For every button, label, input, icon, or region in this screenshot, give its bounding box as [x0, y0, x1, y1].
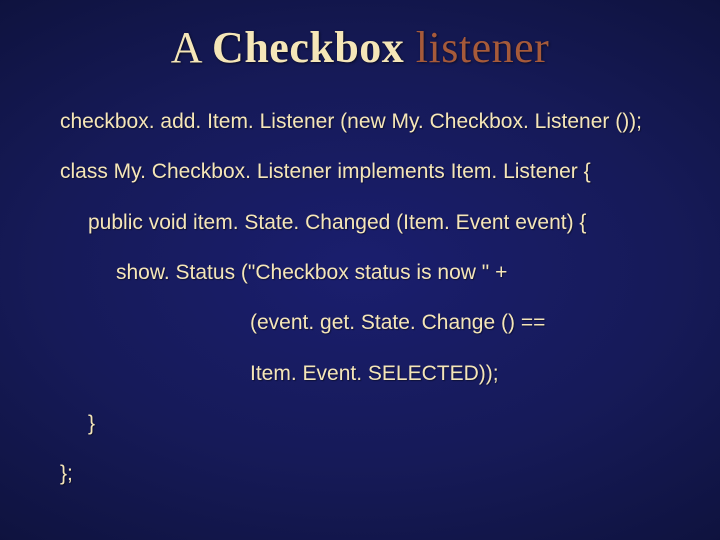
- code-line-7: }: [60, 410, 680, 438]
- slide-title: A Checkbox listener: [0, 22, 720, 73]
- slide-body: checkbox. add. Item. Listener (new My. C…: [60, 108, 680, 511]
- code-line-6: Item. Event. SELECTED));: [60, 360, 680, 388]
- code-line-3: public void item. State. Changed (Item. …: [60, 209, 680, 237]
- code-line-2: class My. Checkbox. Listener implements …: [60, 158, 680, 186]
- title-word-listener: listener: [416, 23, 550, 72]
- code-line-8: };: [60, 460, 680, 488]
- code-line-5: (event. get. State. Change () ==: [60, 309, 680, 337]
- title-word-a: A: [171, 23, 201, 72]
- slide: A Checkbox listener checkbox. add. Item.…: [0, 0, 720, 540]
- code-line-1: checkbox. add. Item. Listener (new My. C…: [60, 108, 680, 136]
- title-word-checkbox: Checkbox: [212, 23, 404, 72]
- code-line-4: show. Status ("Checkbox status is now " …: [60, 259, 680, 287]
